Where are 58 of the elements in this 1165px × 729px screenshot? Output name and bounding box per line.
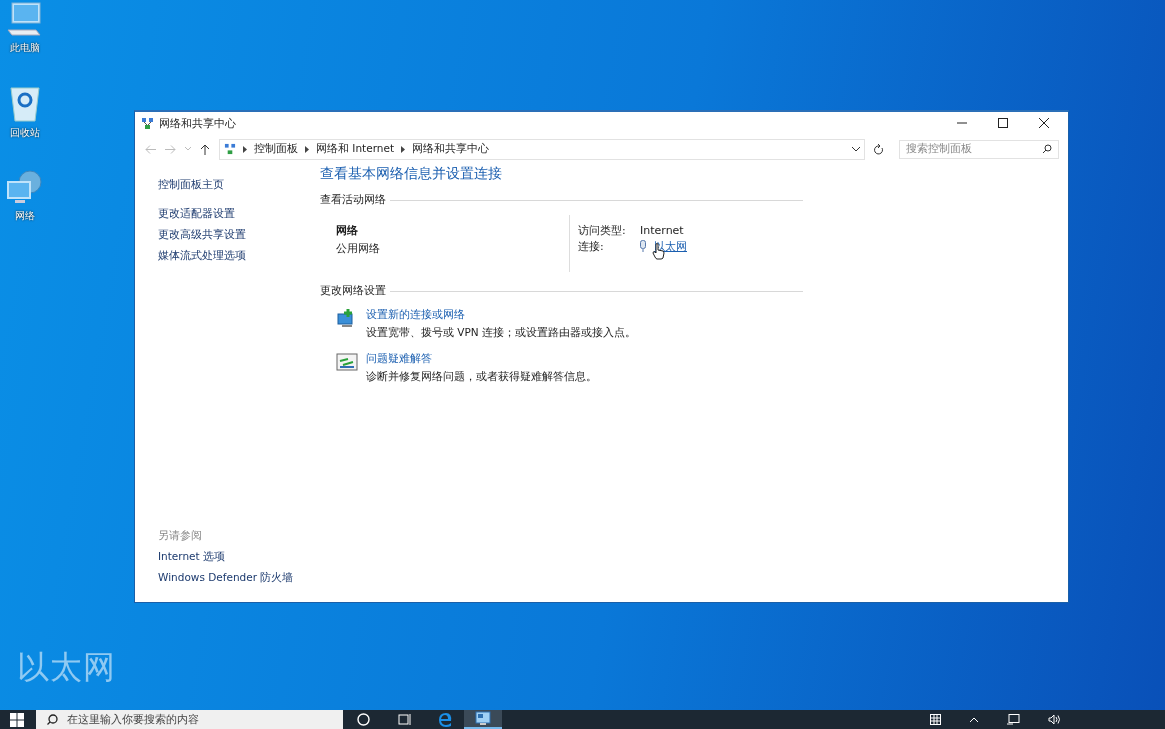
- task-link[interactable]: 问题疑难解答: [366, 352, 597, 366]
- control-panel-icon: [475, 711, 491, 726]
- page-heading: 查看基本网络信息并设置连接: [320, 165, 503, 183]
- keyboard-icon[interactable]: [930, 714, 941, 725]
- refresh-icon[interactable]: [874, 143, 884, 155]
- computer-icon[interactable]: [6, 2, 44, 38]
- chevron-icon: [305, 145, 309, 153]
- windows-logo-icon[interactable]: [10, 712, 24, 727]
- caret-up-icon[interactable]: [969, 716, 979, 723]
- task-view-icon[interactable]: [398, 713, 412, 726]
- section-heading: 更改网络设置: [320, 284, 386, 298]
- task-description: 设置宽带、拨号或 VPN 连接；或设置路由器或接入点。: [366, 326, 637, 340]
- breadcrumb[interactable]: 控制面板: [254, 142, 298, 156]
- sidebar-link[interactable]: 媒体流式处理选项: [158, 245, 320, 266]
- maximize-icon[interactable]: [998, 118, 1008, 128]
- desktop-icon-label: 回收站: [10, 126, 40, 140]
- network-name: 网络: [336, 223, 359, 238]
- taskbar-search-field[interactable]: 在这里输入你要搜索的内容: [36, 710, 343, 729]
- see-also-heading: 另请参阅: [158, 528, 203, 543]
- hand-cursor-icon: [652, 242, 665, 260]
- search-icon: [47, 714, 58, 725]
- section-heading: 查看活动网络: [320, 193, 386, 207]
- network-monitor-icon[interactable]: [1007, 714, 1020, 725]
- network-center-icon: [141, 116, 154, 130]
- window-title: 网络和共享中心: [159, 115, 236, 131]
- close-icon[interactable]: [1039, 118, 1049, 128]
- chevron-icon: [243, 145, 247, 153]
- search-icon: [1042, 144, 1052, 154]
- breadcrumb[interactable]: 网络和共享中心: [412, 142, 490, 156]
- sidebar-link[interactable]: 更改适配器设置: [158, 203, 320, 224]
- troubleshoot-icon: [336, 352, 358, 372]
- task-link[interactable]: 设置新的连接或网络: [366, 308, 637, 322]
- address-bar[interactable]: 控制面板 网络和 Internet 网络和共享中心: [219, 138, 865, 160]
- breadcrumb[interactable]: 网络和 Internet: [316, 142, 395, 156]
- dropdown-caret-icon[interactable]: [852, 146, 860, 152]
- caption-text: 以太网: [17, 647, 116, 688]
- ethernet-plug-icon: [640, 240, 646, 252]
- network-globe-icon[interactable]: [6, 170, 44, 206]
- taskbar-app[interactable]: [464, 710, 502, 729]
- cortana-circle-icon[interactable]: [357, 713, 370, 726]
- access-type-value: Internet: [640, 223, 684, 237]
- chevron-icon: [401, 145, 406, 153]
- sidebar-link[interactable]: 控制面板主页: [158, 174, 320, 195]
- sidebar-link[interactable]: 更改高级共享设置: [158, 224, 320, 245]
- speaker-icon[interactable]: [1048, 714, 1061, 725]
- task-description: 诊断并修复网络问题，或者获得疑难解答信息。: [366, 370, 597, 384]
- desktop-icon-label: 网络: [15, 209, 35, 223]
- network-center-icon: [224, 143, 236, 155]
- browser-e-icon: [437, 711, 453, 728]
- see-also-link[interactable]: Internet 选项: [158, 546, 320, 567]
- recycle-bin-icon[interactable]: [8, 85, 42, 123]
- network-type: 公用网络: [336, 241, 381, 256]
- connection-label: 连接:: [578, 238, 605, 254]
- see-also-link[interactable]: Windows Defender 防火墙: [158, 567, 320, 588]
- access-type-label: 访问类型:: [578, 222, 627, 238]
- search-field[interactable]: 搜索控制面板: [899, 139, 1059, 159]
- up-arrow-icon[interactable]: [200, 143, 210, 155]
- desktop-icon-label: 此电脑: [10, 41, 40, 55]
